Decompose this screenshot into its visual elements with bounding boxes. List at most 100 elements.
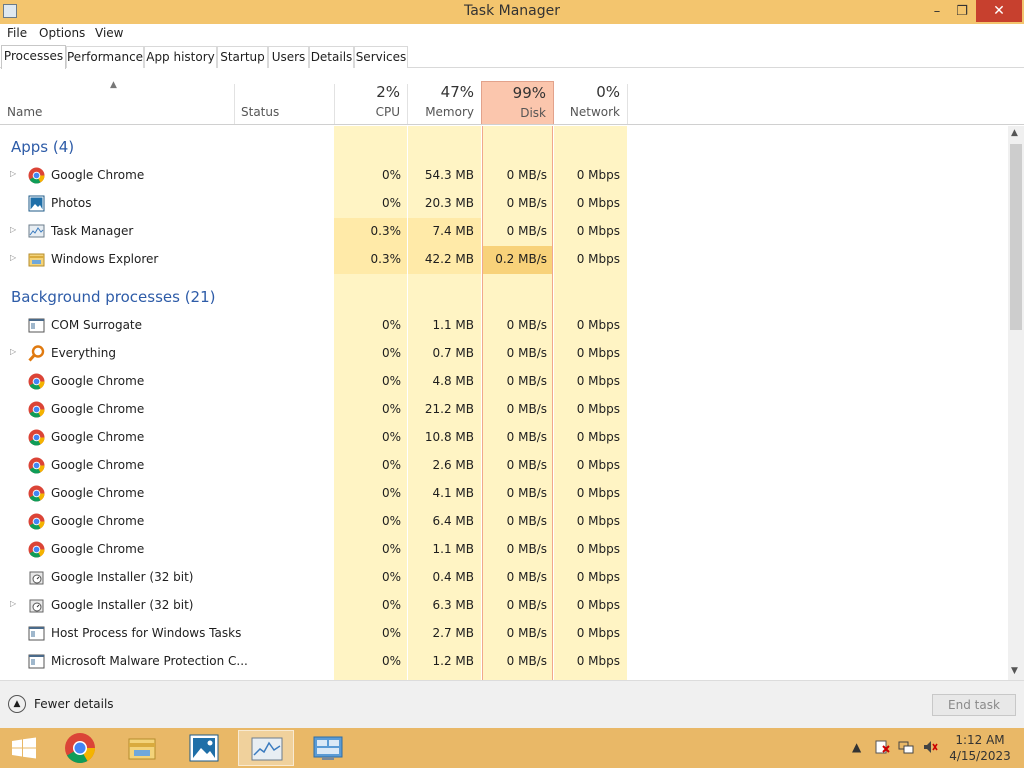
process-row[interactable]: ▷ Everything 0% 0.7 MB 0 MB/s 0 Mbps [0, 340, 1008, 368]
menu-view[interactable]: View [95, 26, 123, 40]
process-row[interactable]: Photos 0% 20.3 MB 0 MB/s 0 Mbps [0, 190, 1008, 218]
process-row[interactable]: Google Chrome 0% 2.6 MB 0 MB/s 0 Mbps [0, 452, 1008, 480]
process-row[interactable]: Google Installer (32 bit) 0% 0.4 MB 0 MB/s 0… [0, 564, 1008, 592]
process-name: Host Process for Windows Tasks [51, 626, 242, 640]
fewer-details-button[interactable]: ▲ Fewer details [8, 695, 114, 713]
volume-muted-icon[interactable] [922, 739, 938, 758]
chrome-icon [28, 457, 45, 474]
taskbar-photos[interactable] [176, 730, 232, 766]
process-row[interactable]: Google Chrome 0% 6.4 MB 0 MB/s 0 Mbps [0, 508, 1008, 536]
tab-processes[interactable]: Processes [1, 45, 66, 69]
header-status[interactable]: Status [235, 68, 334, 124]
vertical-scrollbar[interactable]: ▲ ▼ [1008, 126, 1024, 680]
network-value: 0 Mbps [576, 196, 620, 210]
menu-file[interactable]: File [7, 26, 27, 40]
taskbar-file-explorer[interactable] [114, 730, 170, 766]
scroll-down-icon[interactable]: ▼ [1011, 666, 1018, 676]
installer-icon [28, 569, 45, 586]
expand-chevron-icon[interactable]: ▷ [10, 225, 16, 234]
process-row[interactable]: COM Surrogate 0% 1.1 MB 0 MB/s 0 Mbps [0, 312, 1008, 340]
process-row[interactable]: Google Chrome 0% 21.2 MB 0 MB/s 0 Mbps [0, 396, 1008, 424]
clock-date: 4/15/2023 [949, 749, 1011, 763]
process-icon [28, 653, 45, 670]
taskbar-chrome[interactable] [52, 730, 108, 766]
tab-startup[interactable]: Startup [217, 46, 268, 68]
scroll-thumb[interactable] [1010, 144, 1022, 330]
header-network[interactable]: 0% Network [554, 68, 627, 124]
cpu-value: 0% [381, 196, 401, 210]
process-name: Windows Explorer [51, 252, 159, 266]
tab-users[interactable]: Users [268, 46, 309, 68]
header-cpu[interactable]: 2% CPU [335, 68, 407, 124]
process-name: Google Chrome [51, 402, 145, 416]
expand-chevron-icon[interactable]: ▷ [10, 599, 16, 608]
process-row[interactable]: Host Process for Windows Tasks 0% 2.7 MB 0 … [0, 620, 1008, 648]
process-name: Google Chrome [51, 458, 145, 472]
network-value: 0 Mbps [576, 542, 620, 556]
expand-chevron-icon[interactable]: ▷ [10, 169, 16, 178]
process-name: Task Manager [51, 224, 134, 238]
cpu-value: 0% [381, 486, 401, 500]
cpu-value: 0% [381, 318, 401, 332]
taskbar-control-panel[interactable] [300, 730, 356, 766]
expand-chevron-icon[interactable]: ▷ [10, 253, 16, 262]
network-value: 0 Mbps [576, 168, 620, 182]
memory-value: 4.1 MB [432, 486, 474, 500]
cpu-value: 0% [381, 168, 401, 182]
scroll-up-icon[interactable]: ▲ [1011, 128, 1018, 138]
process-row[interactable]: ▷ Google Installer (32 bit) 0% 6.3 MB 0 MB/s… [0, 592, 1008, 620]
network-value: 0 Mbps [576, 374, 620, 388]
header-separator [627, 84, 628, 124]
expand-chevron-icon[interactable]: ▷ [10, 347, 16, 356]
chrome-icon [28, 485, 45, 502]
process-row[interactable]: Google Chrome 0% 4.8 MB 0 MB/s 0 Mbps [0, 368, 1008, 396]
minimize-button[interactable]: – [924, 0, 950, 22]
network-value: 0 Mbps [576, 346, 620, 360]
header-disk[interactable]: 99% Disk [481, 81, 554, 124]
process-row[interactable]: Google Chrome 0% 4.1 MB 0 MB/s 0 Mbps [0, 480, 1008, 508]
tab-details[interactable]: Details [309, 46, 354, 68]
show-hidden-icons[interactable]: ▲ [852, 740, 861, 754]
file-explorer-icon [128, 738, 156, 760]
title-bar: Task Manager – ❐ ✕ [0, 0, 1024, 24]
menu-options[interactable]: Options [39, 26, 85, 40]
window-title: Task Manager [463, 3, 561, 19]
header-memory[interactable]: 47% Memory [408, 68, 481, 124]
clock[interactable]: 1:12 AM 4/15/2023 [945, 732, 1015, 764]
process-row[interactable]: Microsoft Malware Protection C... 0% 1.2 M… [0, 648, 1008, 676]
action-center-icon[interactable] [874, 739, 890, 758]
chrome-icon [28, 167, 45, 184]
maximize-button[interactable]: ❐ [950, 0, 974, 22]
taskbar-task-manager[interactable] [238, 730, 294, 766]
cpu-value: 0.3% [370, 252, 402, 266]
cpu-value: 0% [381, 542, 401, 556]
cpu-value: 0.3% [370, 224, 402, 238]
tab-performance[interactable]: Performance [66, 46, 144, 68]
end-task-button[interactable]: End task [932, 694, 1016, 716]
explorer-icon [28, 251, 45, 268]
everything-icon [28, 345, 45, 362]
close-button[interactable]: ✕ [976, 0, 1022, 22]
tab-app-history[interactable]: App history [144, 46, 217, 68]
disk-value: 0 MB/s [506, 430, 547, 444]
cpu-value: 0% [381, 626, 401, 640]
tab-services[interactable]: Services [354, 46, 408, 68]
process-name: Everything [51, 346, 116, 360]
header-name[interactable]: Name [0, 68, 234, 124]
start-button[interactable] [0, 730, 48, 766]
memory-value: 42.2 MB [424, 252, 474, 266]
network-icon[interactable] [898, 739, 914, 758]
memory-value: 1.1 MB [432, 318, 474, 332]
memory-value: 0.4 MB [432, 570, 474, 584]
tab-bar: Processes Performance App history Startu… [0, 45, 1024, 69]
cpu-value: 0% [381, 374, 401, 388]
process-row[interactable]: Google Chrome 0% 10.8 MB 0 MB/s 0 Mbps [0, 424, 1008, 452]
memory-value: 21.2 MB [424, 402, 474, 416]
process-row[interactable]: ▷ Google Chrome 0% 54.3 MB 0 MB/s 0 Mbps [0, 162, 1008, 190]
process-name: Google Chrome [51, 514, 145, 528]
process-row[interactable]: ▷ Task Manager 0.3% 7.4 MB 0 MB/s 0 Mbps [0, 218, 1008, 246]
process-row[interactable]: ▷ Windows Explorer 0.3% 42.2 MB 0.2 MB/s 0 Mb… [0, 246, 1008, 274]
process-row[interactable]: Google Chrome 0% 1.1 MB 0 MB/s 0 Mbps [0, 536, 1008, 564]
cpu-value: 0% [381, 570, 401, 584]
process-name: Photos [51, 196, 92, 210]
